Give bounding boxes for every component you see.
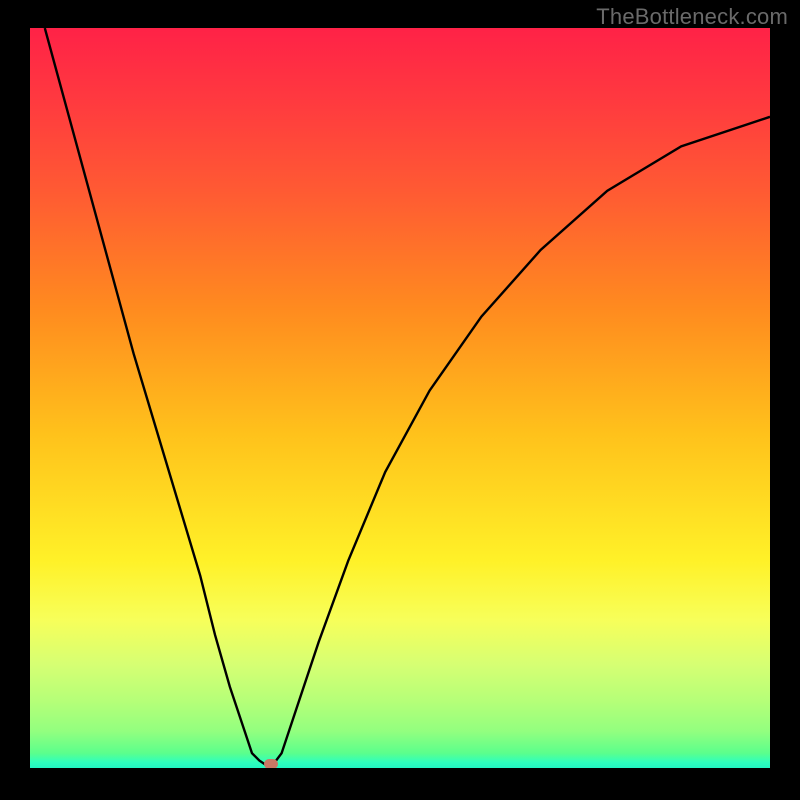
bottleneck-curve (45, 28, 770, 768)
plot-area (30, 28, 770, 768)
optimum-marker (264, 759, 278, 768)
curve-svg (30, 28, 770, 768)
chart-frame: TheBottleneck.com (0, 0, 800, 800)
watermark-text: TheBottleneck.com (596, 4, 788, 30)
